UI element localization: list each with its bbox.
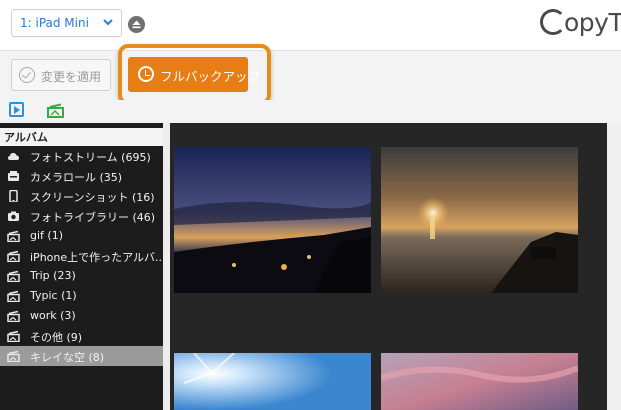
album-item-label: スクリーンショット (16) — [30, 189, 155, 205]
album-icon — [7, 330, 20, 342]
album-name: カメラロール — [30, 171, 96, 184]
photo-sea-sunset[interactable] — [381, 147, 578, 293]
full-backup-button[interactable]: フルバックアップ — [128, 57, 260, 92]
full-backup-label: フルバックアップ — [160, 69, 261, 84]
toolbar: 変更を適用 — [0, 51, 621, 99]
eject-icon — [132, 20, 141, 29]
album-sidebar-title: アルバム — [4, 131, 48, 144]
phone-icon — [9, 190, 18, 202]
gallery-scrollbar[interactable] — [607, 123, 621, 410]
album-item[interactable]: Trip (23) — [0, 266, 163, 286]
photo-city-night-sunset[interactable] — [174, 147, 371, 293]
album-name: その他 — [30, 331, 63, 344]
album-name: iPhone上で作ったアルバ... — [30, 251, 166, 264]
album-count: (23) — [53, 269, 76, 282]
album-icon — [7, 270, 20, 282]
album-icon — [7, 230, 20, 242]
cloud-icon — [8, 153, 19, 160]
device-select-value: 1: iPad Mini — [20, 16, 89, 30]
album-name: フォトストリーム — [30, 151, 118, 164]
album-item[interactable]: iPhone上で作ったアルバ... — [0, 246, 166, 266]
album-count: (8) — [88, 351, 105, 364]
photo-gallery — [170, 123, 607, 410]
album-count: (1) — [47, 229, 64, 242]
album-icon — [7, 350, 20, 362]
album-name: work — [30, 309, 57, 322]
apply-changes-label: 変更を適用 — [41, 70, 102, 84]
album-icon — [7, 290, 20, 302]
album-item-label: カメラロール (35) — [30, 169, 122, 185]
logo-text: opyTra — [564, 8, 621, 37]
album-name: フォトライブラリー — [30, 211, 129, 224]
album-item[interactable]: Typic (1) — [0, 286, 163, 306]
photo-album-icon[interactable] — [47, 103, 65, 118]
apply-changes-button[interactable]: 変更を適用 — [11, 59, 111, 91]
history-icon — [138, 66, 154, 82]
album-item[interactable]: キレイな空 (8) — [0, 346, 163, 366]
camera-icon — [8, 211, 19, 221]
check-circle-icon — [19, 67, 35, 83]
album-item-label: Typic (1) — [30, 289, 77, 302]
album-item-label: Trip (23) — [30, 269, 76, 282]
sidebar-divider[interactable] — [163, 123, 170, 410]
album-icon — [7, 250, 20, 262]
camera-roll-icon — [8, 171, 19, 181]
album-item[interactable]: フォトストリーム (695) — [0, 146, 163, 166]
album-item[interactable]: カメラロール (35) — [0, 166, 163, 186]
logo-c-mark — [540, 9, 566, 35]
eject-button[interactable] — [128, 16, 145, 33]
album-sidebar-header: アルバム — [0, 128, 163, 146]
photo-sun-blue-sky[interactable] — [174, 353, 371, 410]
album-item-label: iPhone上で作ったアルバ... — [30, 249, 166, 265]
photo-pink-clouds[interactable] — [381, 353, 578, 410]
video-play-icon[interactable] — [9, 102, 24, 117]
album-count: (46) — [132, 211, 156, 224]
album-item-label: フォトストリーム (695) — [30, 149, 151, 165]
album-name: Typic — [30, 289, 58, 302]
album-count: (1) — [61, 289, 77, 302]
album-count: (3) — [60, 309, 76, 322]
album-item[interactable]: work (3) — [0, 306, 163, 326]
album-name: Trip — [30, 269, 50, 282]
album-count: (695) — [121, 151, 151, 164]
album-count: (35) — [99, 171, 123, 184]
chevron-down-icon — [103, 19, 113, 26]
album-name: gif — [30, 229, 44, 242]
album-item[interactable]: その他 (9) — [0, 326, 163, 346]
album-item[interactable]: gif (1) — [0, 226, 163, 246]
album-item[interactable]: フォトライブラリー (46) — [0, 206, 163, 226]
view-tabs — [0, 100, 621, 122]
device-select[interactable]: 1: iPad Mini — [11, 9, 122, 37]
copytrans-logo: opyTra — [540, 8, 621, 37]
album-count: (16) — [131, 191, 155, 204]
album-item-label: フォトライブラリー (46) — [30, 209, 155, 225]
top-bar: 1: iPad Mini opyTra — [0, 0, 621, 51]
album-item-label: その他 (9) — [30, 329, 82, 345]
album-name: キレイな空 — [30, 351, 85, 364]
album-item-label: work (3) — [30, 309, 76, 322]
album-count: (9) — [66, 331, 83, 344]
album-icon — [7, 310, 20, 322]
album-item-label: キレイな空 (8) — [30, 349, 104, 365]
album-item-label: gif (1) — [30, 229, 63, 242]
album-name: スクリーンショット — [30, 191, 129, 204]
album-item[interactable]: スクリーンショット (16) — [0, 186, 163, 206]
